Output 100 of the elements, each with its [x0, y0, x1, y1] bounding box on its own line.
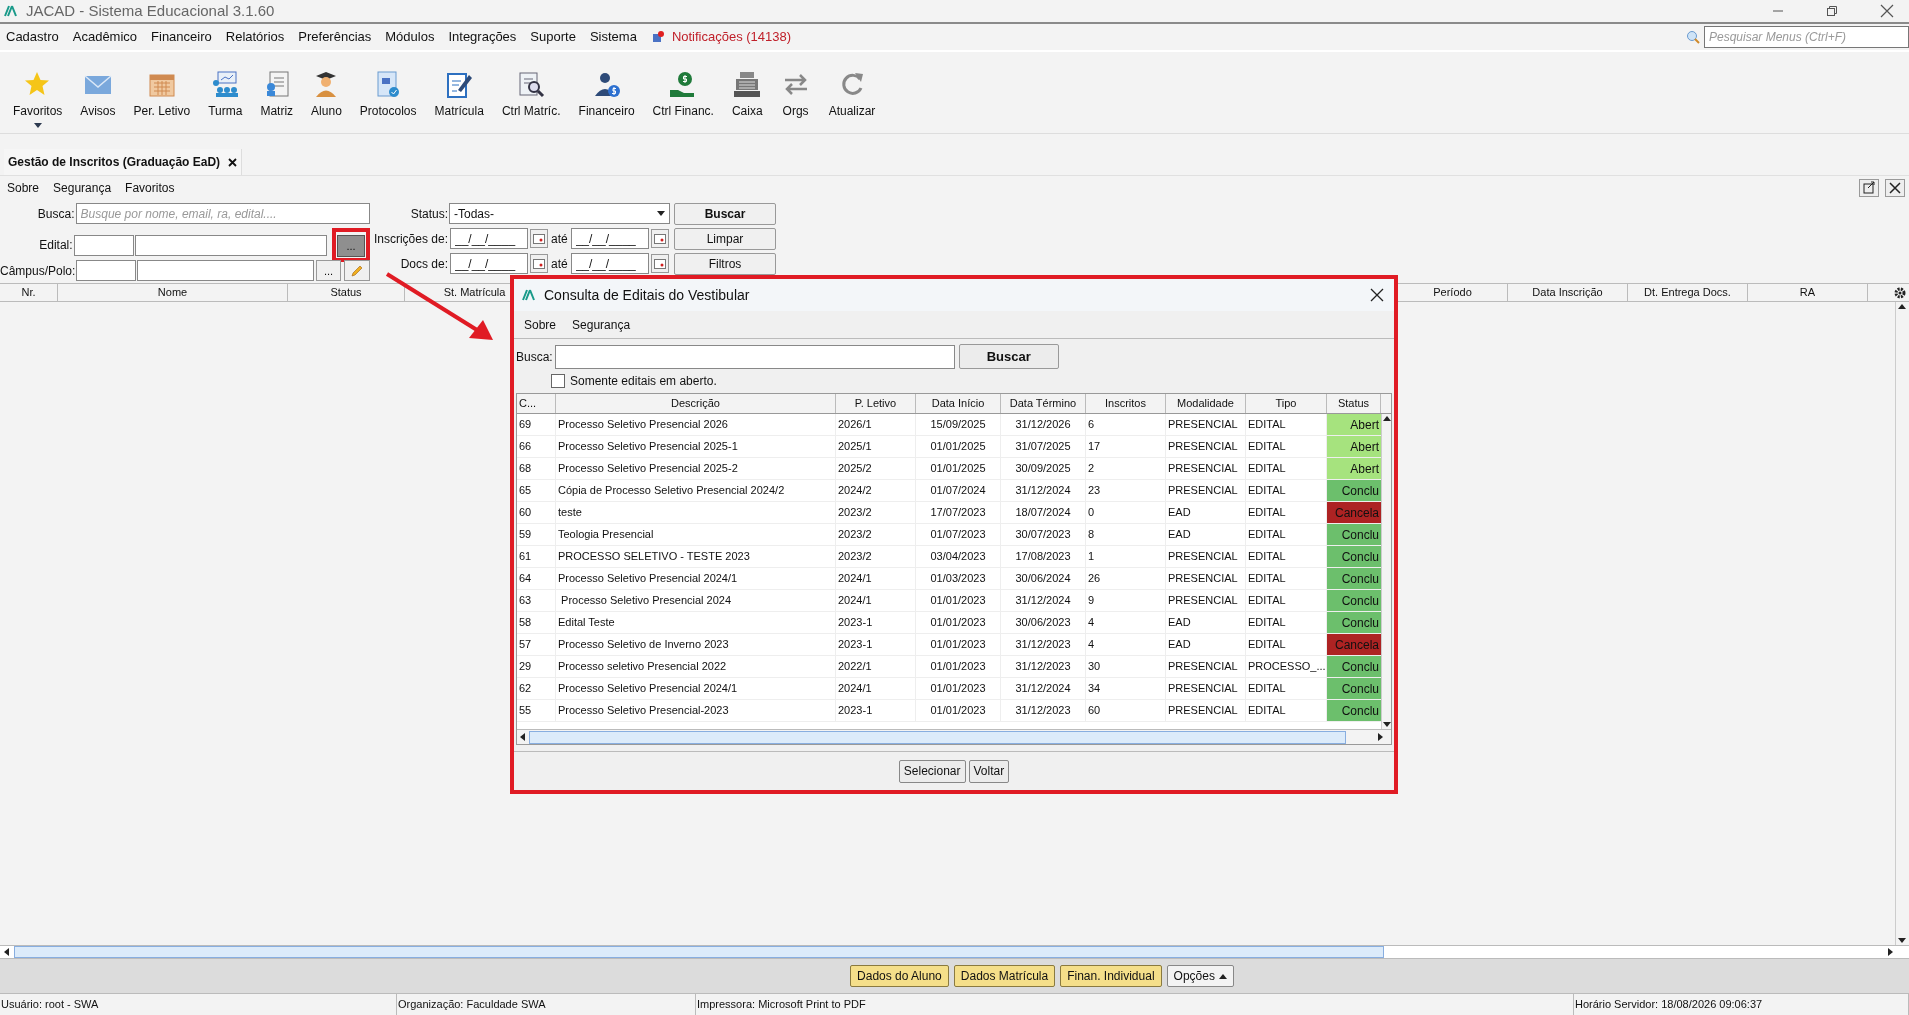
table-cell: 2024/2 [836, 480, 916, 501]
menu-item[interactable]: Cadastro [0, 27, 66, 47]
calendar-button[interactable] [530, 229, 548, 248]
column-header[interactable]: Status [288, 284, 405, 301]
table-cell: 30/07/2023 [1001, 524, 1086, 545]
table-cell: Edital Teste [556, 612, 836, 633]
options-button[interactable]: Opções [1166, 965, 1234, 987]
column-header[interactable]: Descrição [556, 394, 836, 413]
menu-item[interactable]: Acadêmico [65, 27, 145, 47]
table-cell: 29 [517, 656, 556, 677]
close-icon [1370, 288, 1384, 302]
dialog-button[interactable]: Voltar [968, 759, 1010, 783]
table-cell: 58 [517, 612, 556, 633]
action-button[interactable]: Dados do Aluno [850, 965, 949, 987]
table-cell: 57 [517, 634, 556, 655]
toolbar-button[interactable]: Ctrl Financ. [652, 104, 714, 118]
column-header[interactable]: Modalidade [1166, 394, 1246, 413]
scrollbar[interactable] [1895, 302, 1909, 945]
column-header[interactable]: RA [1748, 284, 1868, 301]
status-badge: Conclu [1327, 612, 1381, 633]
toolbar-button[interactable]: Matriz [260, 104, 294, 118]
menu-item[interactable]: Módulos [378, 27, 442, 47]
action-button[interactable]: Buscar [674, 203, 776, 225]
table-cell: Processo Seletivo de Inverno 2023 [556, 634, 836, 655]
scrollbar[interactable] [0, 945, 1909, 959]
column-header[interactable]: Nome [58, 284, 288, 301]
toolbar-button[interactable]: Turma [208, 104, 243, 118]
scrollbar[interactable] [517, 729, 1391, 744]
action-button[interactable]: Filtros [674, 253, 776, 275]
menu-item[interactable]: Segurança [48, 179, 117, 197]
toolbar-button[interactable]: Matrícula [434, 104, 484, 118]
column-header[interactable]: Status [1327, 394, 1381, 413]
menu-item[interactable]: Preferências [291, 27, 379, 47]
toolbar-button[interactable]: Ctrl Matríc. [501, 104, 561, 118]
status-badge: Conclu [1327, 480, 1381, 501]
name-field[interactable] [134, 234, 327, 256]
toolbar-button[interactable]: Orgs [782, 104, 809, 118]
table-cell: 31/12/2026 [1001, 414, 1086, 435]
table-cell: Processo Seletivo Presencial 2024 [556, 590, 836, 611]
menu-item[interactable]: Segurança [568, 315, 635, 334]
edit-button[interactable] [344, 260, 370, 282]
column-header[interactable]: Tipo [1246, 394, 1327, 413]
table-cell: 60 [1086, 700, 1166, 721]
search-button[interactable]: Buscar [958, 344, 1059, 369]
action-button[interactable]: Limpar [674, 228, 776, 250]
down-arrow-icon [1382, 721, 1391, 729]
calendar-button[interactable] [650, 254, 669, 273]
action-button[interactable]: Finan. Individual [1060, 965, 1162, 987]
menu-item[interactable]: Integrações [441, 27, 524, 47]
menu-item[interactable]: Favoritos [120, 179, 180, 197]
column-header[interactable]: P. Letivo [836, 394, 916, 413]
column-header[interactable]: Data Término [1001, 394, 1086, 413]
lookup-button[interactable]: ... [337, 235, 365, 258]
menu-search-field[interactable]: Pesquisar Menus (Ctrl+F) [1704, 26, 1909, 48]
up-arrow-icon [1896, 302, 1908, 310]
toolbar-button[interactable]: Protocolos [359, 104, 417, 118]
column-header[interactable]: Data Início [916, 394, 1001, 413]
toolbar-button[interactable]: Favoritos [13, 104, 63, 118]
menu-item[interactable]: Sistema [582, 27, 644, 47]
column-header[interactable]: Dt. Entrega Docs. [1628, 284, 1748, 301]
menu-item[interactable]: Financeiro [144, 27, 219, 47]
notifications-link[interactable]: Notificações (14138) [671, 27, 792, 47]
table-cell: 30/06/2024 [1001, 568, 1086, 589]
toolbar-button[interactable]: Financeiro [578, 104, 635, 118]
date-field[interactable]: __/__/____ [450, 228, 528, 249]
action-button[interactable]: Dados Matrícula [953, 965, 1056, 987]
table-cell: 61 [517, 546, 556, 567]
search-field[interactable]: Busque por nome, email, ra, edital.... [75, 203, 370, 224]
calendar-button[interactable] [650, 229, 669, 248]
right-arrow-icon [1375, 732, 1385, 742]
code-field[interactable] [73, 234, 134, 256]
calendar-button[interactable] [530, 254, 548, 273]
menu-item[interactable]: Relatórios [218, 27, 292, 47]
toolbar-button[interactable]: Aluno [311, 104, 342, 118]
column-header[interactable]: C... [517, 394, 556, 413]
toolbar-button[interactable]: Atualizar [828, 104, 876, 118]
menu-item[interactable]: Sobre [520, 315, 561, 334]
date-field[interactable]: __/__/____ [450, 253, 528, 274]
column-header[interactable]: Inscritos [1086, 394, 1166, 413]
pen-document-icon [444, 70, 475, 98]
date-field[interactable]: __/__/____ [570, 253, 649, 274]
status-dropdown[interactable]: -Todas- [449, 203, 670, 224]
column-header[interactable]: Nr. [0, 284, 58, 301]
search-field[interactable] [554, 344, 955, 369]
menu-item[interactable]: Sobre [2, 179, 45, 197]
menu-item[interactable]: Suporte [523, 27, 583, 47]
checkbox[interactable] [551, 374, 565, 388]
name-field[interactable] [137, 260, 314, 282]
scrollbar[interactable] [1381, 414, 1391, 729]
dialog-button[interactable]: Selecionar [898, 759, 966, 783]
date-field[interactable]: __/__/____ [570, 228, 649, 249]
table-cell: PRESENCIAL [1166, 480, 1246, 501]
toolbar-button[interactable]: Per. Letivo [133, 104, 191, 118]
column-header[interactable]: Data Inscrição [1508, 284, 1628, 301]
code-field[interactable] [76, 260, 137, 282]
lookup-button[interactable]: ... [315, 260, 342, 282]
table-cell: 30/06/2023 [1001, 612, 1086, 633]
table-cell: Cópia de Processo Seletivo Presencial 2024/2 [556, 480, 836, 501]
toolbar-button[interactable]: Avisos [80, 104, 116, 118]
toolbar-button[interactable]: Caixa [731, 104, 763, 118]
